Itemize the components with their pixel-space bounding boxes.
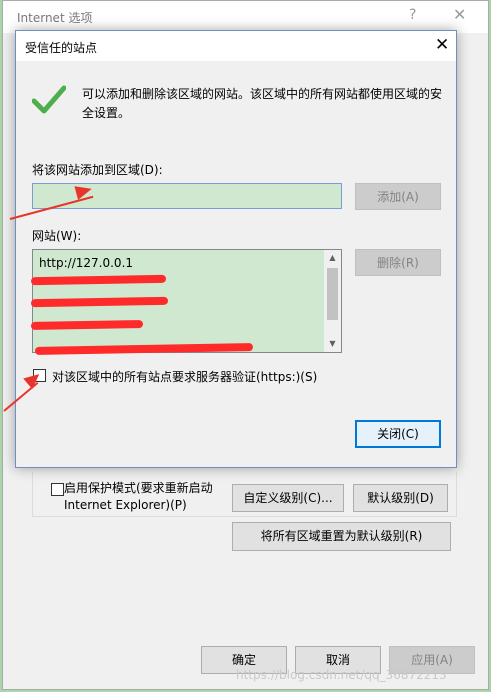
protected-mode-checkbox[interactable]: [51, 483, 64, 496]
reset-all-zones-button[interactable]: 将所有区域重置为默认级别(R): [232, 522, 451, 551]
scroll-up-icon[interactable]: ▲: [324, 250, 341, 266]
remove-site-button[interactable]: 删除(R): [355, 249, 441, 276]
annotation-arrow: [9, 182, 100, 258]
scrollbar-thumb[interactable]: [327, 268, 338, 320]
protected-mode-label-line1: 启用保护模式(要求重新启动: [64, 481, 213, 495]
dialog-title: 受信任的站点: [25, 41, 98, 55]
protected-mode-label: 启用保护模式(要求重新启动 Internet Explorer)(P): [64, 480, 213, 514]
parent-close-icon[interactable]: ✕: [453, 5, 466, 24]
parent-titlebar: Internet 选项 ? ✕: [3, 1, 488, 33]
dialog-titlebar: 受信任的站点 ✕: [16, 31, 456, 61]
parent-window-title: Internet 选项: [17, 11, 93, 25]
default-level-button[interactable]: 默认级别(D): [353, 484, 448, 512]
checkmark-icon: [32, 85, 66, 114]
close-dialog-button[interactable]: 关闭(C): [355, 420, 441, 448]
annotation-arrow: [3, 368, 44, 450]
zone-description: 可以添加和删除该区域的网站。该区域中的所有网站都使用区域的安全设置。: [82, 87, 443, 120]
dialog-close-icon[interactable]: ✕: [435, 35, 449, 55]
scroll-down-icon[interactable]: ▼: [324, 336, 341, 352]
websites-scrollbar[interactable]: ▲ ▼: [324, 250, 341, 352]
https-checkbox-label: 对该区域中的所有站点要求服务器验证(https:)(S): [52, 370, 318, 384]
add-site-label: 将该网站添加到区域(D):: [32, 163, 163, 177]
help-icon[interactable]: ?: [409, 7, 416, 23]
protected-mode-label-line2: Internet Explorer)(P): [64, 498, 187, 512]
custom-level-button[interactable]: 自定义级别(C)...: [232, 484, 344, 512]
add-site-button[interactable]: 添加(A): [355, 183, 441, 210]
watermark: https://blog.csdn.net/qq_36872213: [236, 668, 447, 682]
